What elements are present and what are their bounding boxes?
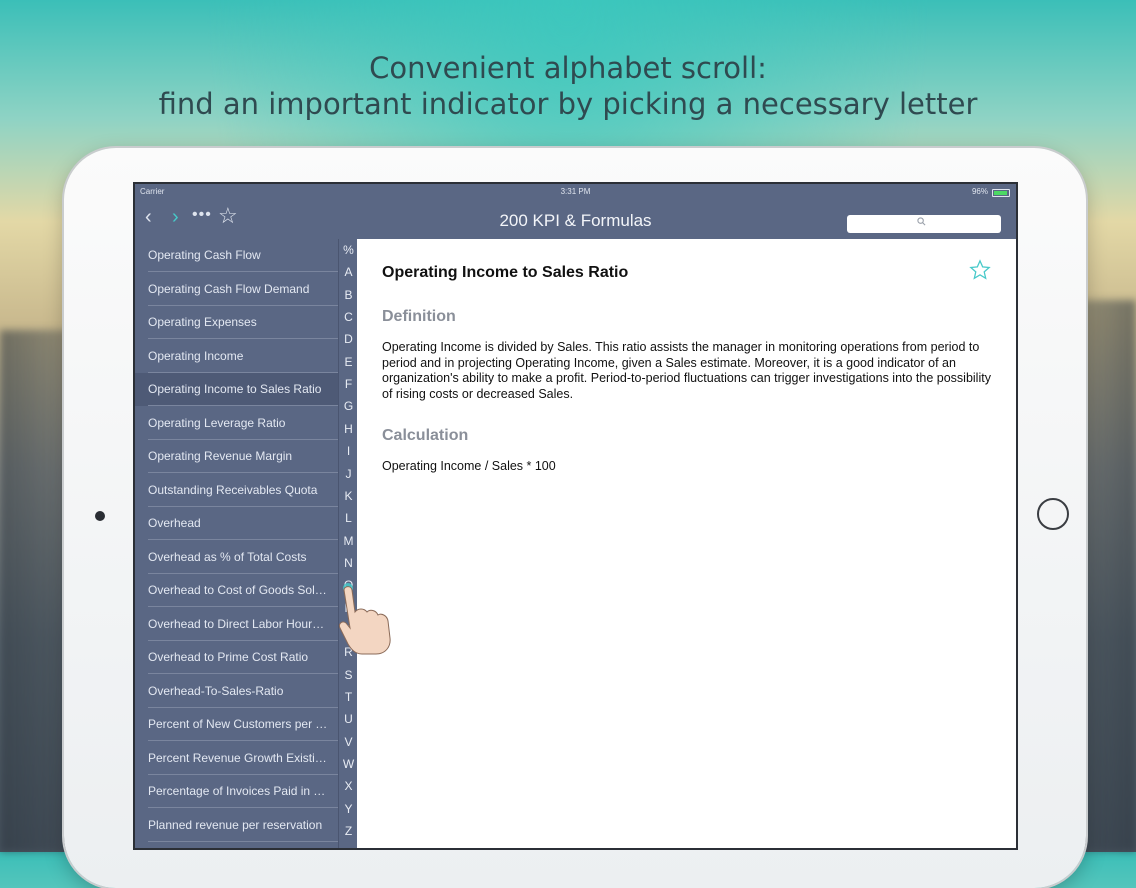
list-item-label: Operating Income xyxy=(148,348,244,363)
detail-title: Operating Income to Sales Ratio xyxy=(382,264,629,281)
list-item-label: Outstanding Receivables Quota xyxy=(148,482,318,497)
alphabet-letter[interactable]: U xyxy=(339,712,358,726)
list-item-label: Overhead as % of Total Costs xyxy=(148,549,307,564)
list-item-label: Planned revenue per reservation xyxy=(148,817,323,832)
list-separator xyxy=(148,840,338,842)
list-item-label: Operating Expenses xyxy=(148,315,257,329)
list-item[interactable]: Operating Income to Sales Ratio xyxy=(135,373,338,406)
definition-heading: Definition xyxy=(382,308,456,325)
alphabet-letter[interactable]: Y xyxy=(339,802,358,816)
alphabet-letter[interactable]: I xyxy=(339,444,358,458)
list-item[interactable]: Operating Cash Flow Demand xyxy=(135,273,338,306)
search-icon xyxy=(917,217,926,226)
list-item-label: Operating Cash Flow Demand xyxy=(148,281,310,296)
alphabet-letter[interactable]: M xyxy=(339,534,358,548)
alphabet-letter[interactable]: % xyxy=(339,243,358,257)
detail-pane: Operating Income to Sales Ratio Definiti… xyxy=(357,239,1016,848)
alphabet-letter[interactable]: L xyxy=(339,511,358,525)
list-item-label: Overhead xyxy=(148,516,201,530)
favorite-star-icon[interactable] xyxy=(969,259,991,281)
alphabet-letter[interactable]: F xyxy=(339,377,358,391)
alphabet-letter[interactable]: N xyxy=(339,556,358,570)
alphabet-letter[interactable]: X xyxy=(339,779,358,793)
kpi-list: Operating Cash Flow Operating Cash Flow D… xyxy=(135,239,338,848)
list-item[interactable]: Operating Revenue Margin xyxy=(135,440,338,473)
alphabet-index: %ABCDEFGHIJKLMNOPQRSTUVWXYZ xyxy=(338,239,358,848)
alphabet-letter[interactable]: K xyxy=(339,489,358,503)
promo-line-2: find an important indicator by picking a… xyxy=(158,87,978,121)
alphabet-letter[interactable]: B xyxy=(339,288,358,302)
list-item[interactable]: Percent Revenue Growth Existin... xyxy=(135,742,338,775)
list-item[interactable]: Overhead to Prime Cost Ratio xyxy=(135,641,338,674)
list-item[interactable]: Overhead to Cost of Goods Sold... xyxy=(135,574,338,607)
status-bar: Carrier 3:31 PM 96% xyxy=(135,184,1016,200)
list-item-label: Overhead to Direct Labor Hours... xyxy=(148,616,328,631)
list-item-label: Percent Revenue Growth Existin... xyxy=(148,750,328,765)
search-input[interactable] xyxy=(847,215,1001,233)
alphabet-letter[interactable]: V xyxy=(339,735,358,749)
list-item[interactable]: Operating Expenses xyxy=(135,306,338,339)
list-item[interactable]: Operating Cash Flow xyxy=(135,239,338,272)
list-item-label: Operating Revenue Margin xyxy=(148,449,293,463)
nav-bar: ‹ › ••• ☆ 200 KPI & Formulas xyxy=(135,200,1016,239)
battery-percent: 96% xyxy=(971,187,988,196)
calculation-heading: Calculation xyxy=(382,427,469,444)
list-item-label: Percentage of Invoices Paid in Ti... xyxy=(148,784,328,798)
hand-pointer-icon xyxy=(339,583,391,655)
home-button[interactable] xyxy=(1037,498,1069,530)
calculation-text: Operating Income / Sales * 100 xyxy=(382,459,556,473)
list-item[interactable]: Outstanding Receivables Quota xyxy=(135,474,338,507)
alphabet-letter[interactable]: H xyxy=(339,422,358,436)
list-item[interactable]: Operating Leverage Ratio xyxy=(135,407,338,440)
list-item[interactable]: Operating Income xyxy=(135,340,338,373)
list-item[interactable]: Overhead xyxy=(135,507,338,540)
list-item[interactable]: Overhead to Direct Labor Hours... xyxy=(135,608,338,641)
list-item-label: Overhead-To-Sales-Ratio xyxy=(148,683,284,698)
alphabet-letter[interactable]: C xyxy=(339,310,358,324)
definition-text: Operating Income is divided by Sales. Th… xyxy=(382,340,991,401)
list-item-label: Operating Income to Sales Ratio xyxy=(148,382,322,396)
list-item-label: Operating Leverage Ratio xyxy=(148,415,286,430)
alphabet-letter[interactable]: W xyxy=(339,757,358,771)
alphabet-letter[interactable]: A xyxy=(339,265,358,279)
list-item-label: Operating Cash Flow xyxy=(148,248,261,262)
alphabet-letter[interactable]: E xyxy=(339,355,358,369)
promo-line-1: Convenient alphabet scroll: xyxy=(369,51,767,85)
alphabet-letter[interactable]: S xyxy=(339,668,358,682)
promo-headline: Convenient alphabet scroll: find an impo… xyxy=(0,50,1136,122)
list-item-label: Percent of New Customers per Y... xyxy=(148,717,328,731)
alphabet-letter[interactable]: D xyxy=(339,332,358,346)
camera-dot xyxy=(95,511,105,521)
list-item-label: Overhead to Prime Cost Ratio xyxy=(148,650,309,664)
list-item[interactable]: Overhead-To-Sales-Ratio xyxy=(135,675,338,708)
battery-icon xyxy=(992,189,1010,197)
list-item[interactable]: Planned revenue per reservation xyxy=(135,809,338,842)
alphabet-letter[interactable]: T xyxy=(339,690,358,704)
alphabet-letter[interactable]: Z xyxy=(339,824,358,838)
app-screen: Carrier 3:31 PM 96% ‹ › ••• ☆ 200 KPI & … xyxy=(135,184,1016,848)
list-item-label: Overhead to Cost of Goods Sold... xyxy=(148,583,328,597)
list-item[interactable]: Percent of New Customers per Y... xyxy=(135,708,338,741)
alphabet-letter[interactable]: G xyxy=(339,399,358,413)
list-item[interactable]: Overhead as % of Total Costs xyxy=(135,541,338,574)
list-item[interactable]: Percentage of Invoices Paid in Ti... xyxy=(135,775,338,808)
alphabet-letter[interactable]: J xyxy=(339,467,358,481)
status-time: 3:31 PM xyxy=(560,187,591,196)
